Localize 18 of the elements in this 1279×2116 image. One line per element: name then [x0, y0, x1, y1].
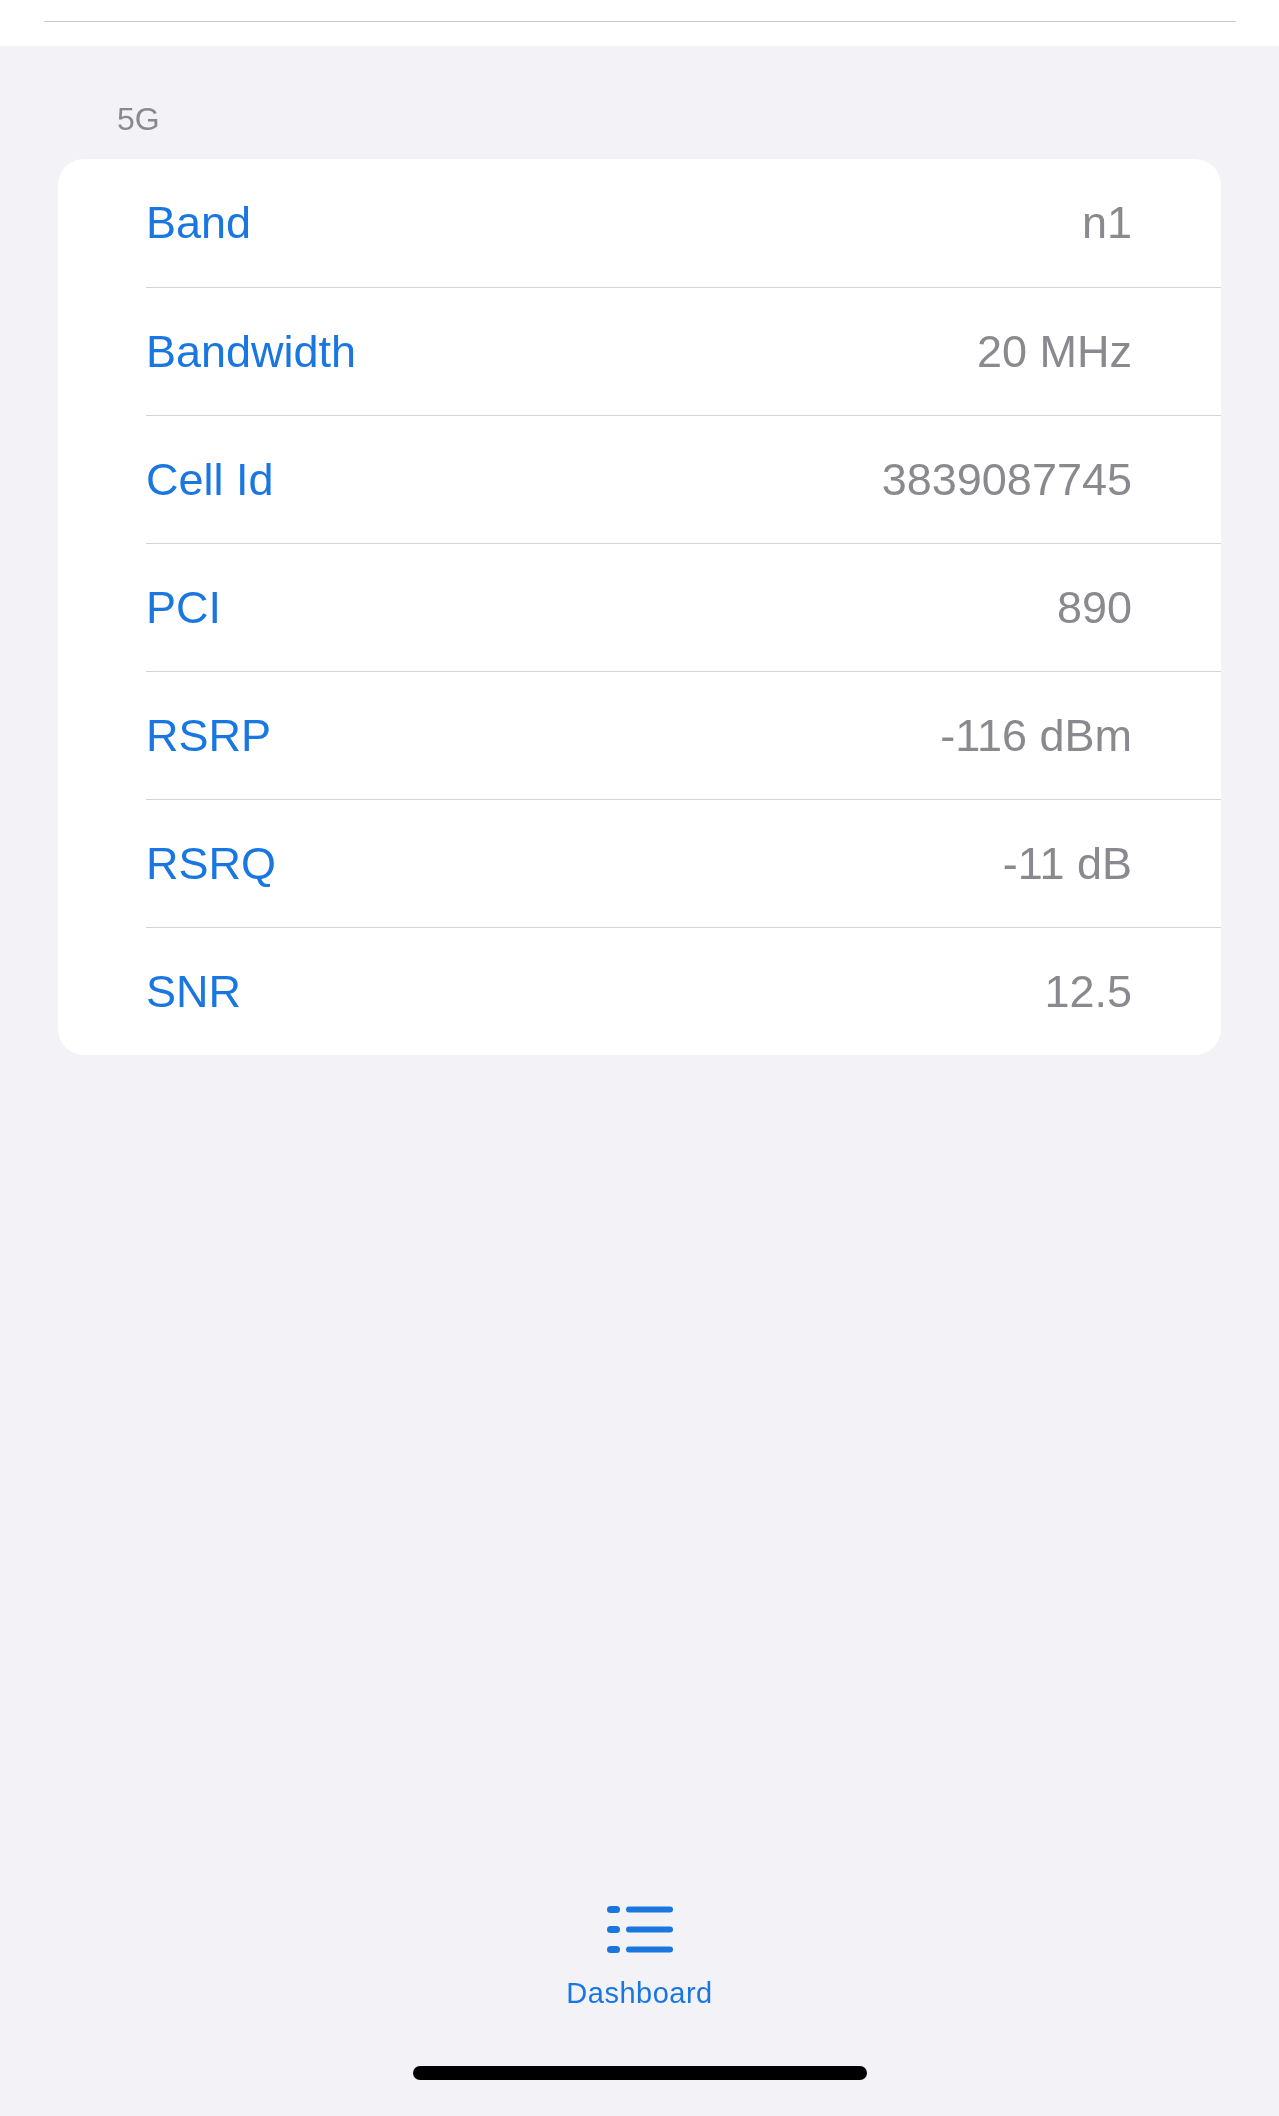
- row-label: SNR: [146, 965, 241, 1018]
- row-value: 3839087745: [881, 453, 1132, 506]
- section-header: 5G: [116, 100, 161, 139]
- row-label: Band: [146, 197, 252, 249]
- row-value: 12.5: [1044, 965, 1132, 1018]
- row-value: -116 dBm: [940, 709, 1132, 762]
- row-label: Bandwidth: [146, 325, 357, 378]
- row-value: -11 dB: [1002, 837, 1132, 890]
- tab[interactable]: Dashboard: [566, 1903, 713, 2010]
- row-value: 20 MHz: [976, 325, 1132, 378]
- row-value: n1: [1081, 197, 1132, 249]
- list-icon: [605, 1903, 674, 1955]
- row-label: Cell Id: [146, 453, 274, 506]
- row-value: 890: [1056, 581, 1132, 634]
- row-label: RSRP: [146, 709, 272, 762]
- home-indicator[interactable]: [412, 2066, 867, 2080]
- row-label: PCI: [146, 581, 221, 634]
- row-label: RSRQ: [146, 837, 276, 890]
